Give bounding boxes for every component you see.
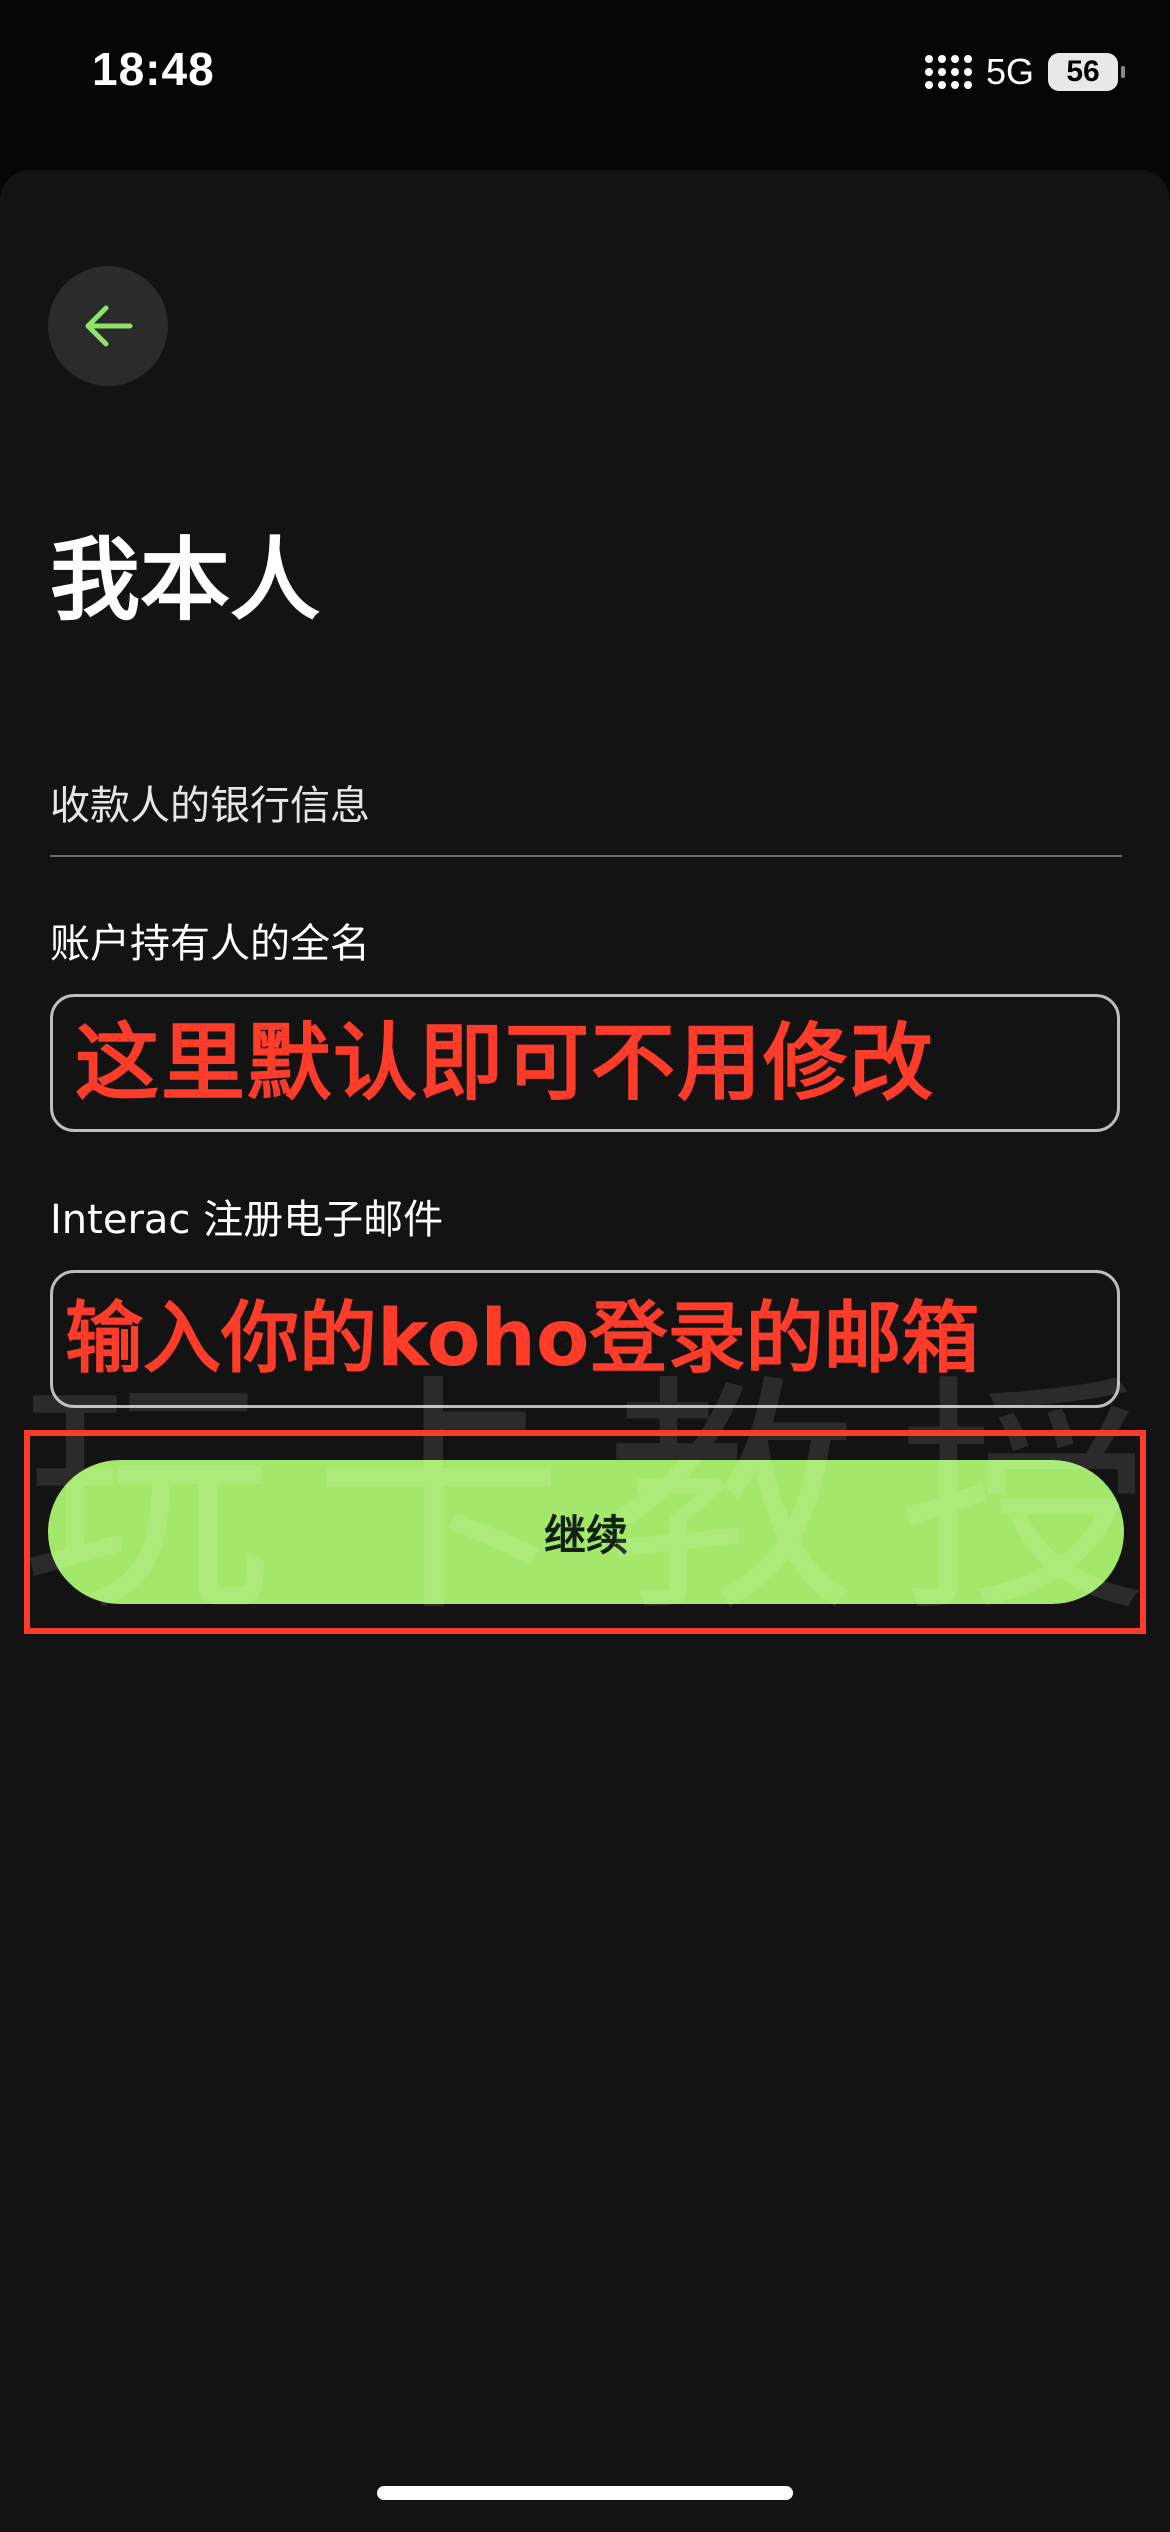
network-type: 5G xyxy=(985,51,1034,92)
full-name-label: 账户持有人的全名 xyxy=(50,921,370,967)
battery-icon: 56 xyxy=(1048,53,1125,91)
full-name-field[interactable]: 这里默认即可不用修改 xyxy=(50,994,1120,1132)
email-field[interactable]: 输入你的koho登录的邮箱 xyxy=(50,1270,1120,1408)
signal-icon xyxy=(924,55,972,89)
battery-level: 56 xyxy=(1066,55,1100,88)
section-divider xyxy=(50,855,1122,857)
app-screen: 18:48 5G 56 我本人 收款人的银行信息 账户持有人的全名 这里默认即可… xyxy=(0,0,1170,2532)
name-field-annotation: 这里默认即可不用修改 xyxy=(75,1014,936,1112)
page-title: 我本人 xyxy=(50,528,320,633)
continue-button[interactable]: 继续 xyxy=(48,1460,1124,1604)
status-time: 18:48 xyxy=(92,43,215,95)
section-label: 收款人的银行信息 xyxy=(50,783,370,829)
back-button[interactable] xyxy=(48,266,168,386)
arrow-left-icon xyxy=(85,305,133,347)
email-field-annotation: 输入你的koho登录的邮箱 xyxy=(65,1294,980,1384)
email-label: Interac 注册电子邮件 xyxy=(50,1197,444,1243)
continue-label: 继续 xyxy=(543,1511,628,1559)
status-indicators: 5G 56 xyxy=(924,51,1125,92)
home-indicator xyxy=(377,2486,793,2500)
status-bar: 18:48 5G 56 xyxy=(0,0,1170,150)
